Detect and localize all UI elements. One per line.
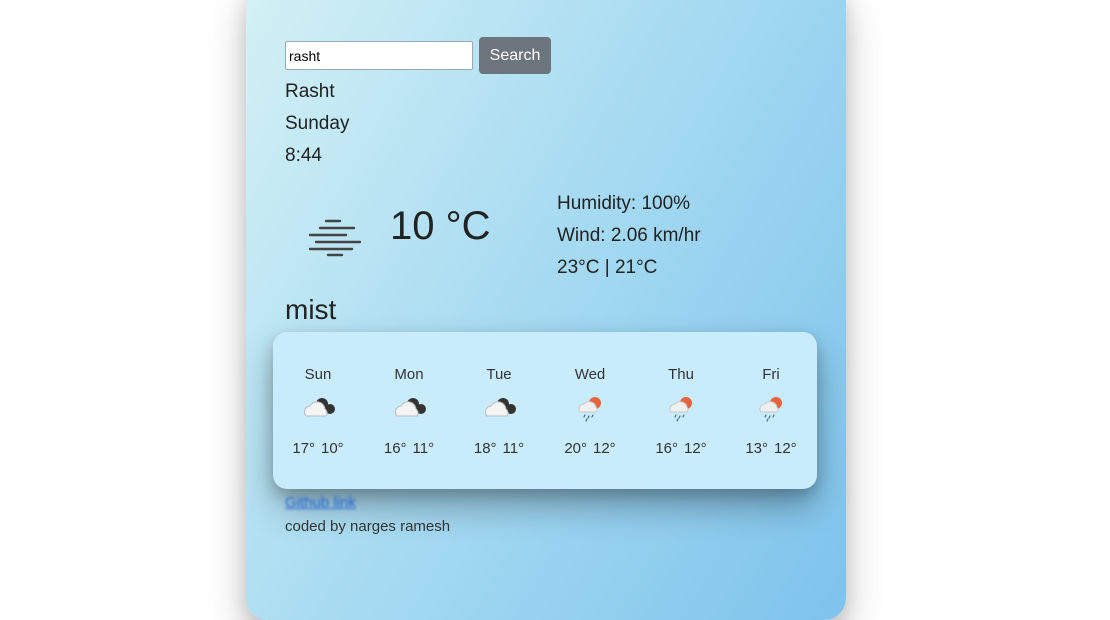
- wind-speed: Wind: 2.06 km/hr: [557, 225, 701, 246]
- forecast-max: 13°: [745, 440, 768, 457]
- forecast-max: 20°: [564, 440, 587, 457]
- current-day: Sunday: [285, 113, 350, 134]
- forecast-max: 16°: [655, 440, 678, 457]
- forecast-temps: 16° 11°: [364, 440, 454, 457]
- forecast-day: Fri 13° 12°: [726, 332, 816, 489]
- humidity: Humidity: 100%: [557, 193, 691, 214]
- forecast-day: Tue 18° 11°: [454, 332, 544, 489]
- mist-icon: [308, 219, 362, 257]
- forecast-min: 11°: [412, 440, 435, 457]
- rain-sun-icon: [669, 397, 692, 422]
- current-temperature: 10 °C: [390, 204, 491, 248]
- forecast-day: Wed 20° 12°: [545, 332, 635, 489]
- high-low-temperature: 23°C | 21°C: [557, 257, 658, 278]
- rain-sun-icon: [759, 397, 782, 422]
- forecast-temps: 20° 12°: [545, 440, 635, 457]
- rain-sun-icon: [578, 397, 601, 422]
- forecast-temps: 16° 12°: [636, 440, 726, 457]
- city-name: Rasht: [285, 81, 335, 102]
- forecast-min: 12°: [774, 440, 797, 457]
- forecast-min: 12°: [684, 440, 707, 457]
- cloud-icon: [303, 398, 335, 417]
- current-time: 8:44: [285, 145, 322, 166]
- forecast-day: Thu 16° 12°: [636, 332, 726, 489]
- forecast-temps: 17° 10°: [273, 440, 363, 457]
- forecast-day-name: Sun: [304, 366, 332, 383]
- forecast-temps: 18° 11°: [454, 440, 544, 457]
- forecast-min: 10°: [321, 440, 344, 457]
- forecast-day-name: Thu: [668, 366, 694, 383]
- search-form: Search: [285, 37, 551, 74]
- forecast-min: 12°: [593, 440, 616, 457]
- forecast-max: 17°: [292, 440, 315, 457]
- forecast-day: Sun 17° 10°: [273, 332, 363, 489]
- search-input[interactable]: [285, 41, 473, 70]
- forecast-max: 18°: [473, 440, 497, 457]
- github-link[interactable]: Github link: [285, 494, 356, 511]
- forecast-day-name: Tue: [486, 366, 512, 383]
- forecast-min: 11°: [502, 440, 525, 457]
- forecast-temps: 13° 12°: [726, 440, 816, 457]
- weather-description: mist: [285, 294, 337, 325]
- search-button[interactable]: Search: [479, 37, 551, 74]
- forecast-max: 16°: [383, 440, 407, 457]
- cloud-icon: [394, 398, 426, 417]
- forecast-panel: Sun 17° 10° Mon 16° 11° Tue 18° 11° Wed …: [273, 332, 817, 489]
- forecast-day-name: Mon: [394, 366, 424, 383]
- forecast-day-name: Fri: [762, 366, 780, 383]
- cloud-icon: [484, 398, 516, 417]
- forecast-day-name: Wed: [574, 366, 606, 383]
- author-credit: coded by narges ramesh: [285, 518, 451, 535]
- forecast-day: Mon 16° 11°: [364, 332, 454, 489]
